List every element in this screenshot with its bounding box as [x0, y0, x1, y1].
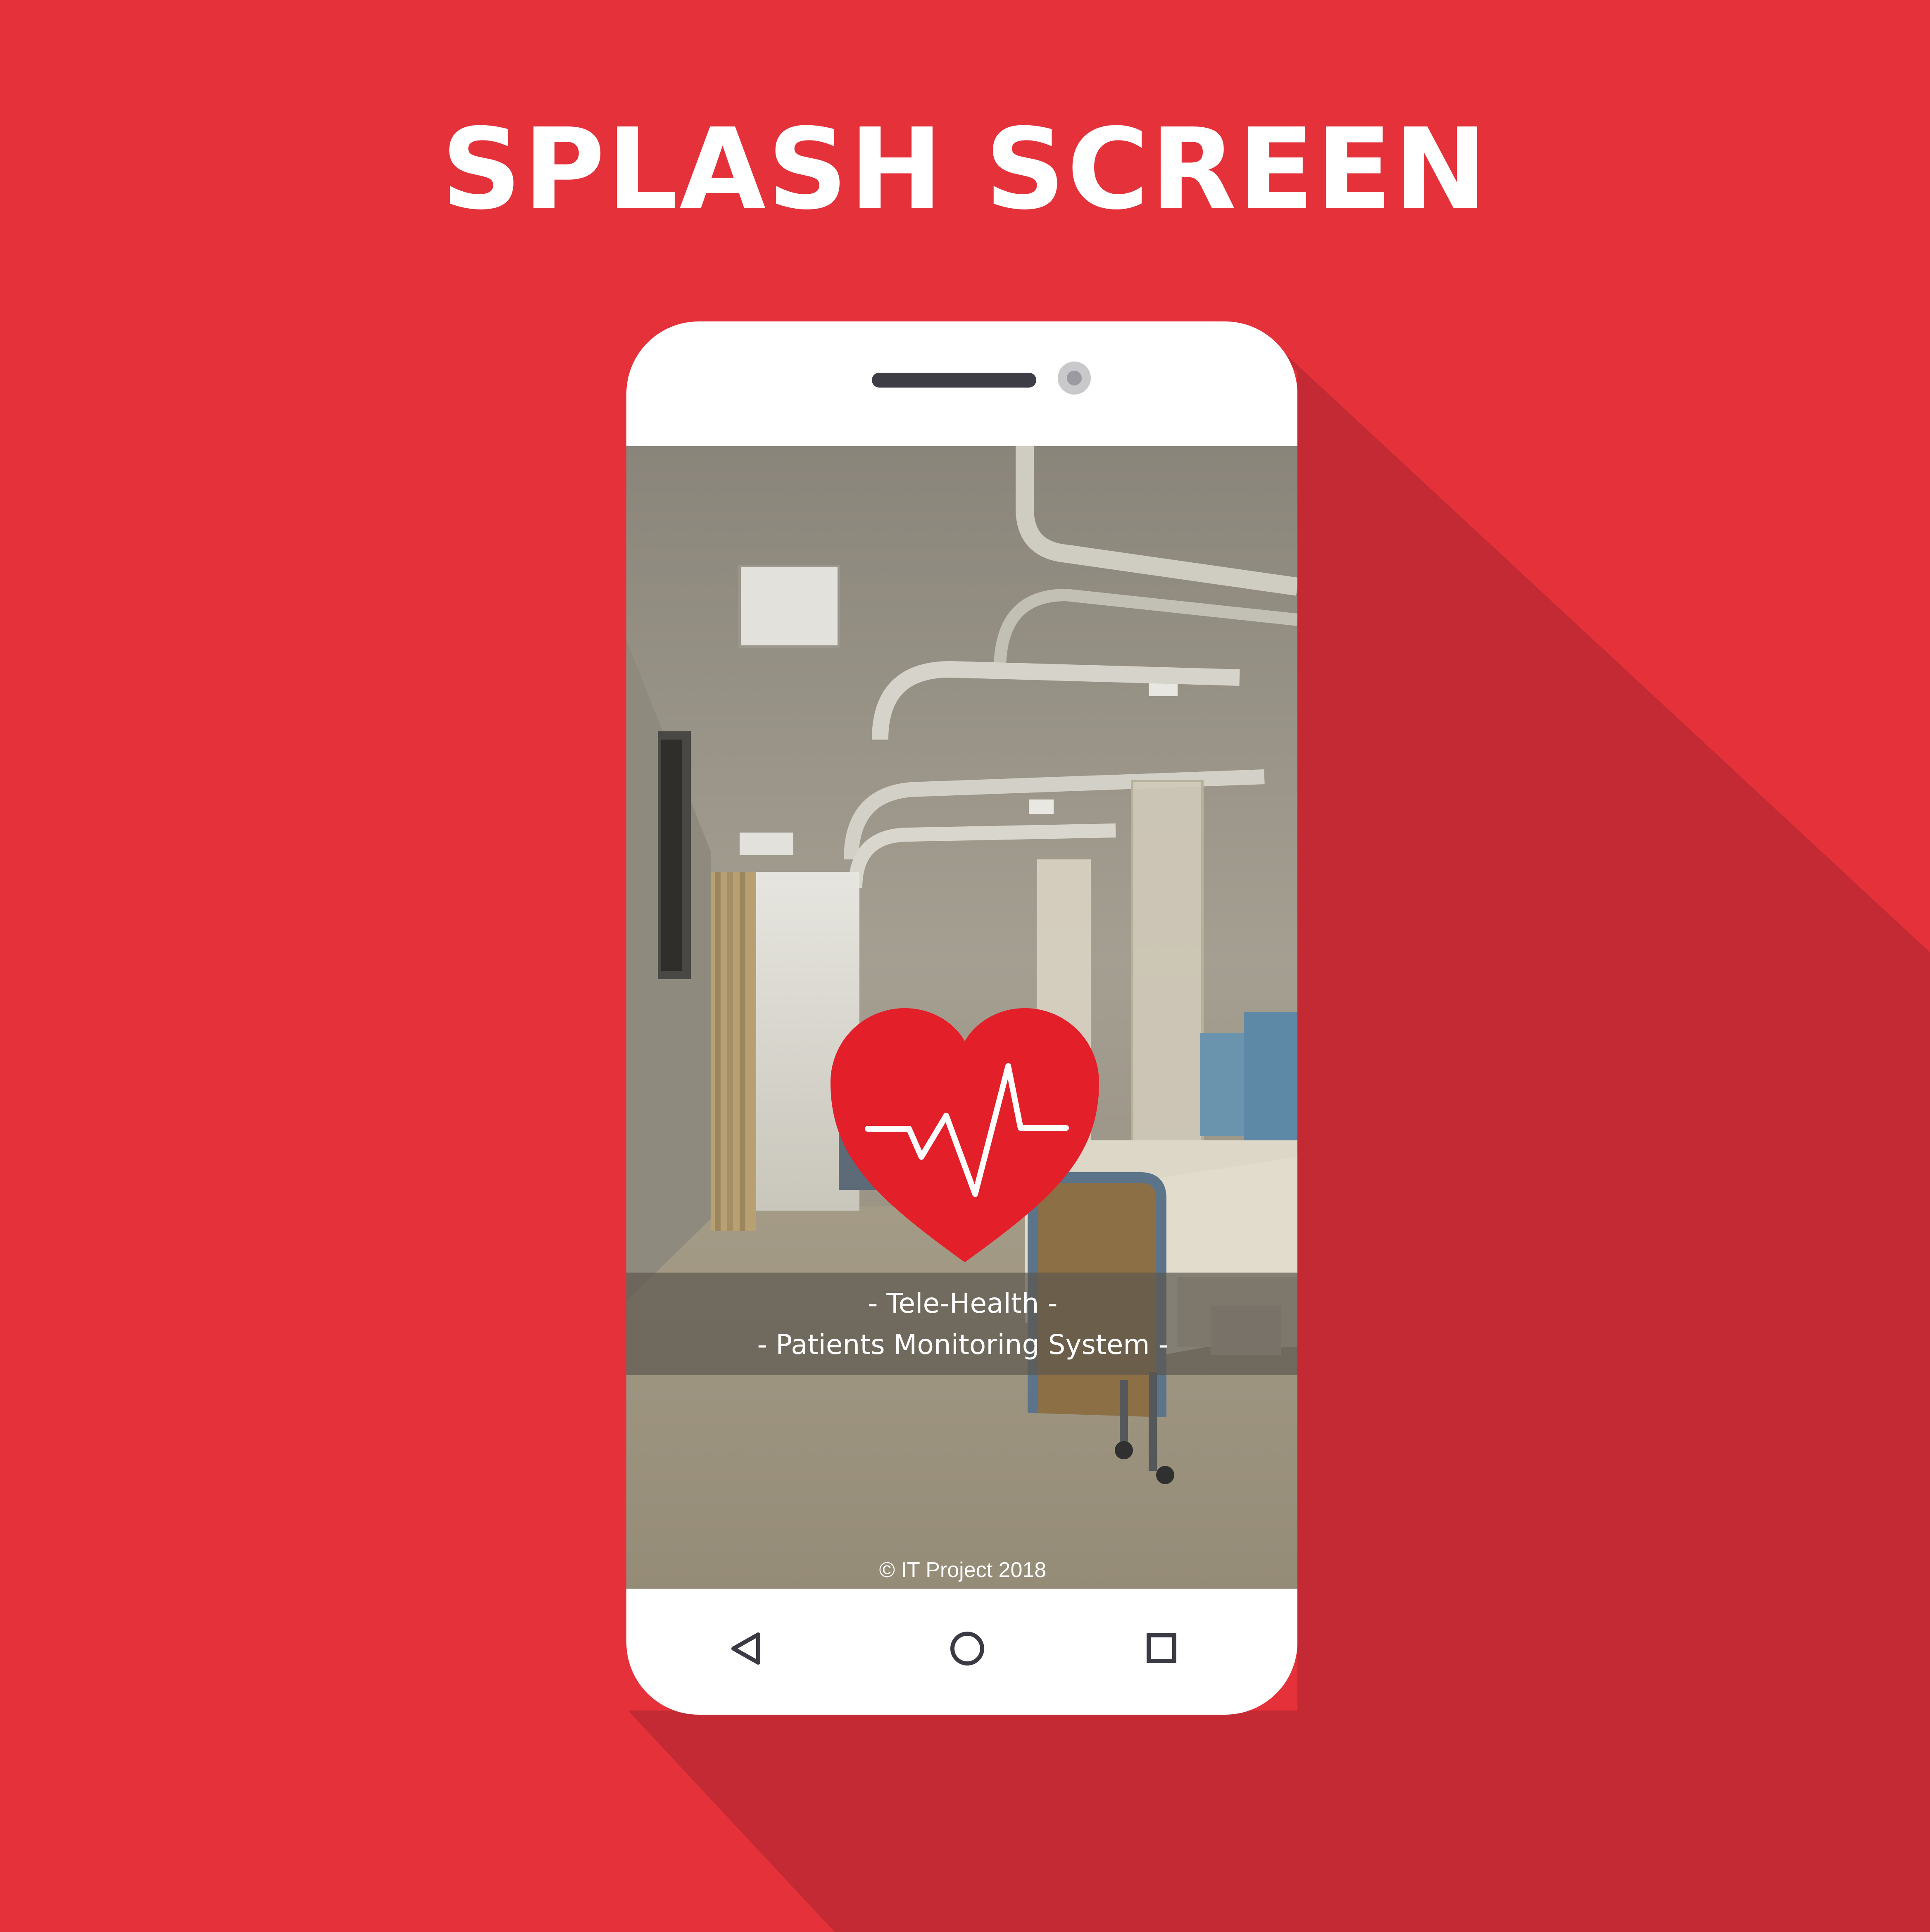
app-title: - Tele-Health - — [868, 1287, 1058, 1319]
page-heading: SPLASH SCREEN — [441, 104, 1489, 234]
front-camera — [1058, 362, 1091, 395]
copyright-text: © IT Project 2018 — [879, 1558, 1047, 1582]
app-subtitle: - Patients Monitoring System - — [757, 1329, 1168, 1361]
speaker-grille — [872, 373, 1036, 388]
scene-graphics — [626, 321, 1930, 1932]
promo-canvas: SPLASH SCREEN - Tele-Health - - Patients… — [0, 0, 1930, 1932]
screen-background-image — [626, 446, 1297, 1589]
